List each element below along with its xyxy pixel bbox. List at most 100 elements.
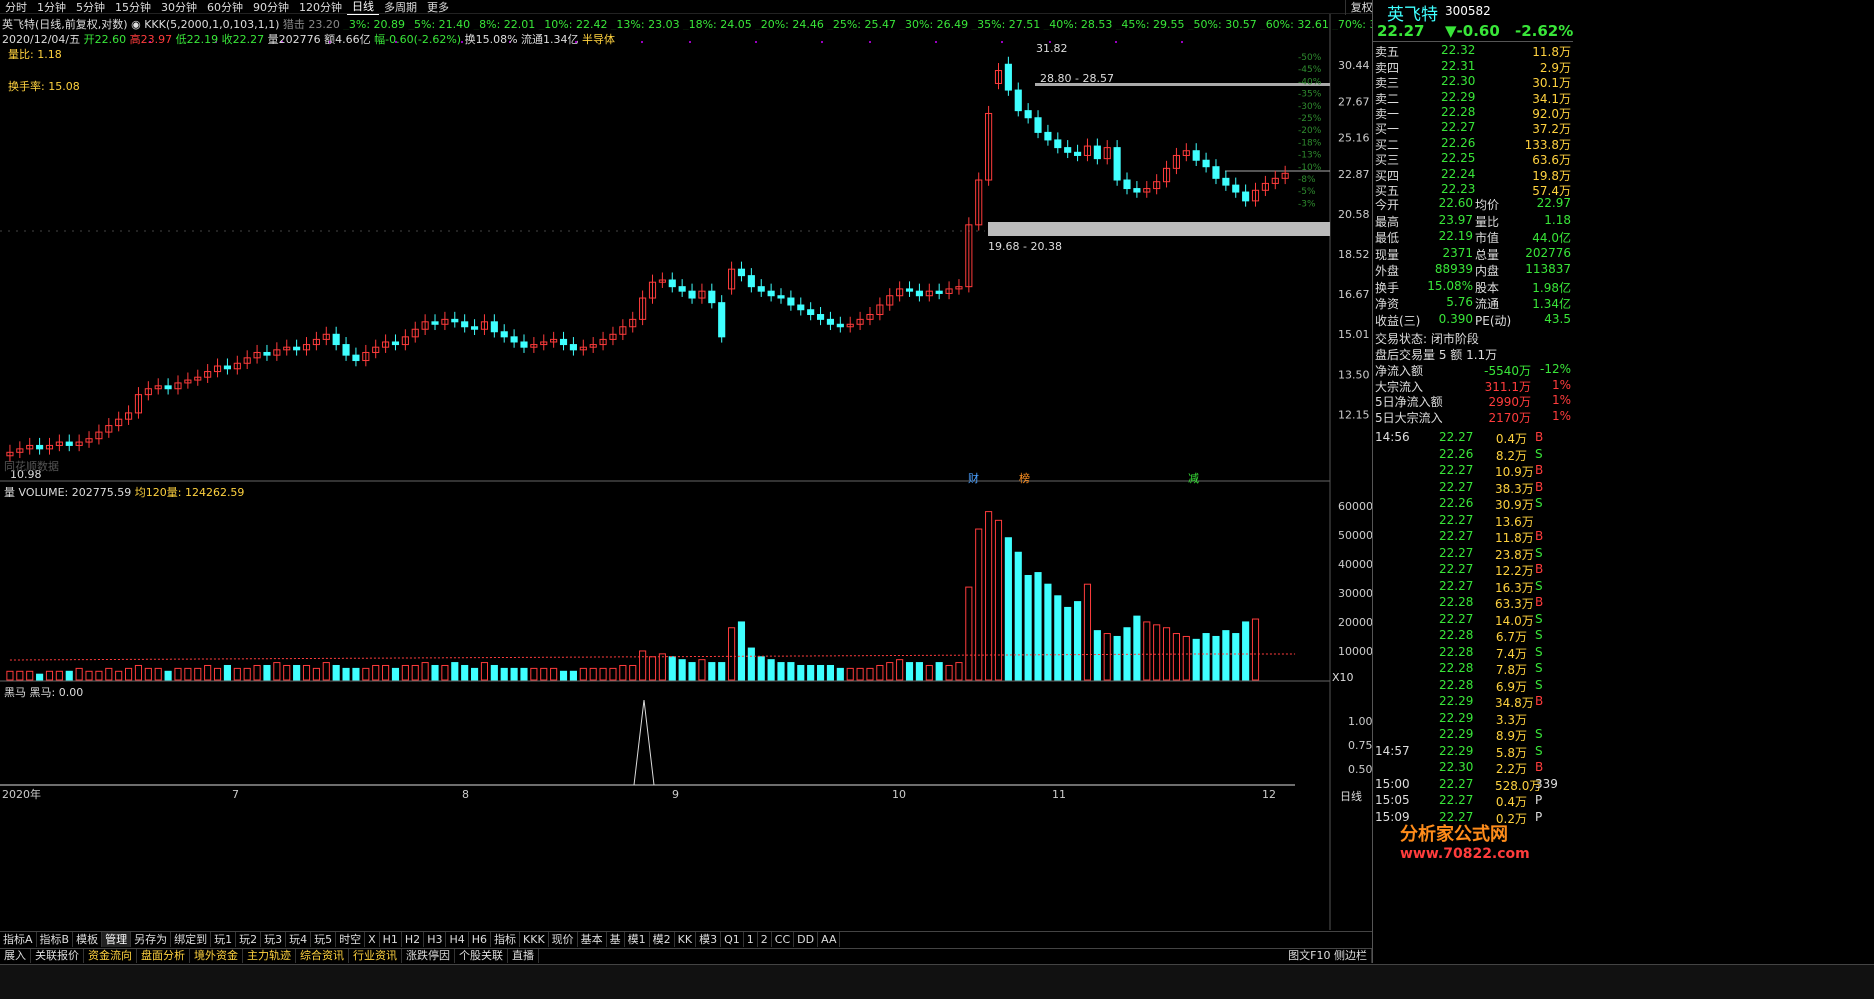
volume-bar [787,662,795,681]
tag-cai[interactable]: 财 [968,470,979,486]
info-tab-10[interactable]: 直播 [508,949,539,963]
stat-row-cell: 2371 [1442,245,1473,260]
period-label: 日线 [1340,790,1362,803]
volume-bar [382,664,390,681]
indicator-tab-23[interactable]: 模1 [625,932,650,947]
period-tab-9[interactable]: 多周期 [379,0,422,15]
indicator-tab-6[interactable]: 玩1 [211,932,237,947]
indicator-tab-10[interactable]: 玩5 [311,932,337,947]
period-tab-5[interactable]: 60分钟 [202,0,248,15]
indicator-tab-13[interactable]: H1 [380,932,402,947]
volume-bar [184,667,192,681]
indicator-tab-7[interactable]: 玩2 [236,932,262,947]
indicator-tab-17[interactable]: H6 [469,932,492,947]
indicator-tab-29[interactable]: 2 [758,932,772,947]
indicator-tab-18[interactable]: 指标 [491,932,521,947]
indicator-tab-3[interactable]: 管理 [102,932,132,947]
tag-bang[interactable]: 榜 [1019,470,1030,486]
flow-row-cell: 311.1万 [1484,379,1531,394]
ask-row-cell: 22.29 [1441,89,1476,104]
stat-row-cell: 外盘 [1375,264,1400,278]
period-tab-1[interactable]: 1分钟 [32,0,71,15]
info-tab-2[interactable]: 资金流向 [84,949,137,963]
pct-level: -3% [1298,199,1316,209]
indicator-tab-19[interactable]: KKK [520,932,549,947]
indicator-tab-20[interactable]: 现价 [549,932,578,947]
indicator-tab-22[interactable]: 基 [607,932,625,947]
period-tab-10[interactable]: 更多 [422,0,454,15]
info-tab-0[interactable]: 展入 [0,949,31,963]
tick-row-cell: S [1535,743,1543,758]
indicator-tab-32[interactable]: AA [818,932,841,947]
volume-bar [1133,615,1141,681]
candle-body [510,336,518,343]
info-tab-7[interactable]: 行业资讯 [349,949,402,963]
volume-bar [1202,633,1210,681]
indicator-tab-9[interactable]: 玩4 [286,932,312,947]
indicator-tab-0[interactable]: 指标A [0,932,37,947]
indicator-tab-14[interactable]: H2 [402,932,425,947]
candle-body [1024,110,1032,119]
indicator-tab-30[interactable]: CC [772,932,795,947]
tick-row-cell: 22.29 [1439,694,1474,708]
info-tab-4[interactable]: 境外资金 [190,949,243,963]
period-tab-4[interactable]: 30分钟 [156,0,202,15]
volume-bar [1212,635,1220,681]
stat-row-cell: 流通 [1475,297,1500,311]
info-tab-3[interactable]: 盘面分析 [137,949,190,963]
candle-body [1093,145,1101,160]
period-tab-2[interactable]: 5分钟 [71,0,110,15]
info-tab-5[interactable]: 主力轨迹 [243,949,296,963]
period-tab-0[interactable]: 分时 [0,0,32,15]
indicator-tab-25[interactable]: KK [675,932,697,947]
indicator-tab-28[interactable]: 1 [744,932,758,947]
volume-bar [332,664,340,681]
indicator-tab-24[interactable]: 模2 [650,932,675,947]
flow-row-cell: 1% [1551,393,1571,407]
f10-sidebar-tab[interactable]: 图文F10 侧边栏 [1284,949,1372,963]
tick-row: 22.29 3.3万 [1375,711,1571,727]
info-tab-8[interactable]: 涨跌停因 [402,949,455,963]
tag-jian[interactable]: 减 [1188,470,1199,486]
indicator-tab-1[interactable]: 指标B [37,932,74,947]
main-chart[interactable]: 30.44 27.67 25.16 22.87 20.58 18.52 16.67 15.01… [0,0,1372,930]
info-tab-6[interactable]: 综合资讯 [296,949,349,963]
indicator-tab-26[interactable]: 模3 [696,932,722,947]
info-tab-9[interactable]: 个股关联 [455,949,508,963]
period-tab-7[interactable]: 120分钟 [294,0,347,15]
volume-bar [678,659,686,681]
tick-row-cell: B [1535,479,1544,494]
stat-row: 净资 5.76 流通 1.34亿 [1375,295,1571,311]
x10-label: X10 [1332,671,1354,684]
stat-row-cell: 最高 [1375,214,1400,229]
flow-row-cell: 净流入额 [1375,364,1424,378]
stat-row-cell: 最低 [1375,231,1400,245]
indicator-tab-31[interactable]: DD [794,932,819,947]
indicator-tab-5[interactable]: 绑定到 [171,932,212,947]
stat-row-cell: 1.34亿 [1532,297,1571,311]
indicator-tab-15[interactable]: H3 [424,932,447,947]
candle-body [708,290,716,304]
period-tab-8[interactable]: 日线 [347,0,379,15]
indicator-tab-11[interactable]: 时空 [336,932,366,947]
x-tick: 11 [1052,788,1066,801]
indicator-tab-4[interactable]: 另存为 [131,932,172,947]
indicator-tab-21[interactable]: 基本 [578,932,607,947]
tick-row-cell: 34.8万 [1495,696,1534,710]
indicator-tab-8[interactable]: 玩3 [261,932,287,947]
ask-row-cell: 22.31 [1441,58,1476,73]
volume-bar [115,670,123,681]
tick-row: 22.27 23.8万 S [1375,546,1571,562]
period-tab-3[interactable]: 15分钟 [110,0,156,15]
indicator-tab-2[interactable]: 模板 [73,932,103,947]
indicator-tab-16[interactable]: H4 [446,932,469,947]
info-tab-1[interactable]: 关联报价 [31,949,84,963]
indicator-tab-12[interactable]: X [365,932,380,947]
stat-row-cell: 5.76 [1446,295,1473,309]
candle-body [807,309,815,316]
indicator-tab-27[interactable]: Q1 [721,932,744,947]
tick-row: 22.29 8.9万 S [1375,727,1571,743]
pct-level: -13% [1298,151,1322,161]
volume-bar [1083,583,1092,681]
period-tab-6[interactable]: 90分钟 [248,0,294,15]
